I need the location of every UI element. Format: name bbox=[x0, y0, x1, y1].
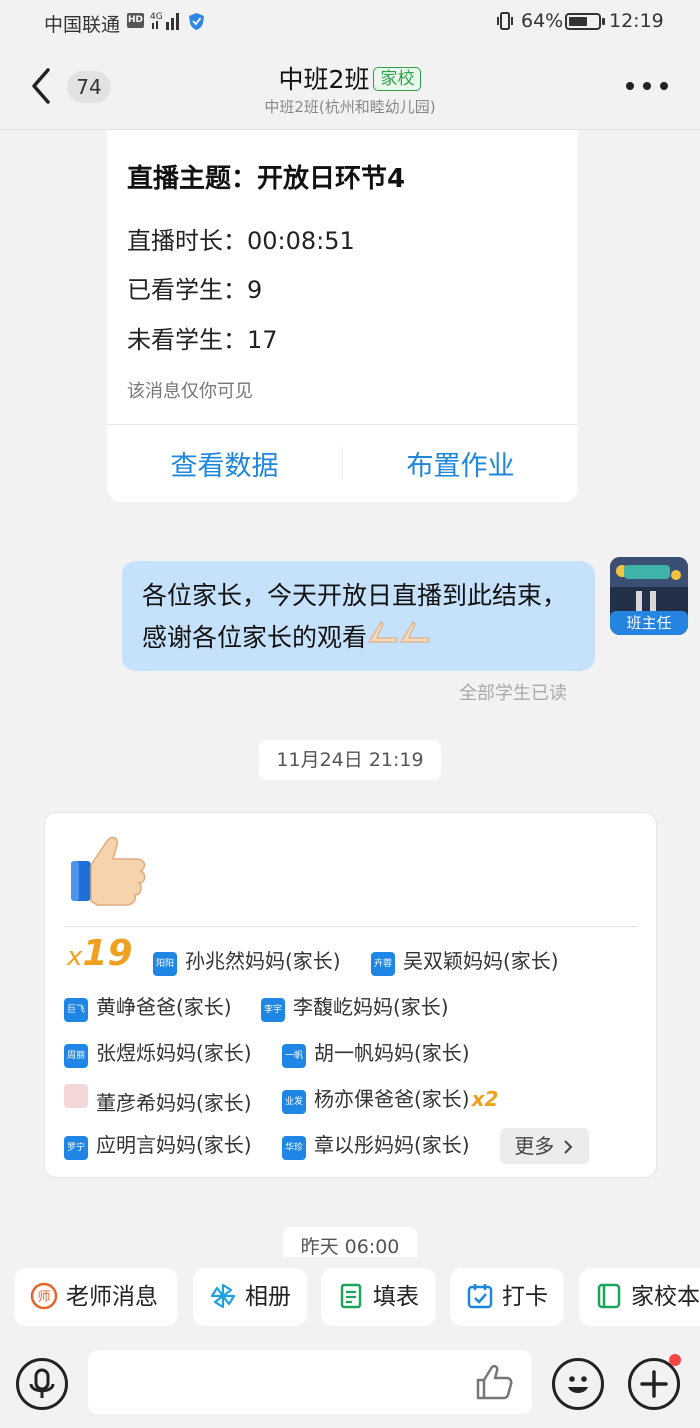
private-note: 该消息仅你可见 bbox=[127, 381, 253, 402]
liker-name: 吴双颖妈妈(家长) bbox=[403, 949, 559, 973]
liker-avatar: 周丽 bbox=[64, 1044, 88, 1068]
liker-name: 章以彤妈妈(家长) bbox=[314, 1133, 470, 1157]
sender-avatar[interactable]: 班主任 bbox=[610, 557, 688, 635]
like-count: x19 bbox=[67, 933, 133, 974]
network-type: 4G bbox=[150, 12, 163, 22]
watched-count: 已看学生：9 bbox=[127, 276, 263, 304]
like-multiplier: x2 bbox=[471, 1087, 499, 1111]
liker-avatar bbox=[64, 1084, 88, 1108]
chat-subtitle: 中班2班(杭州和睦幼儿园) bbox=[264, 98, 436, 116]
liker-name: 董彦希妈妈(家长) bbox=[96, 1091, 252, 1115]
emoji-button[interactable] bbox=[552, 1358, 604, 1410]
quick-action-notebook[interactable]: 家校本 bbox=[579, 1268, 700, 1326]
battery-percent: 64% bbox=[521, 10, 564, 32]
liker-avatar: 罗宁 bbox=[64, 1136, 88, 1160]
liker-name: 杨亦倮爸爸(家长) bbox=[314, 1087, 470, 1111]
timestamp-pill: 昨天 06:00 bbox=[283, 1227, 417, 1257]
card-divider bbox=[107, 424, 578, 425]
pinwheel-icon bbox=[210, 1283, 236, 1309]
quick-action-checkin[interactable]: 打卡 bbox=[450, 1268, 564, 1326]
liker-item[interactable]: 一帆 胡一帆妈妈(家长) bbox=[282, 1038, 470, 1068]
liker-avatar: 巨飞 bbox=[64, 998, 88, 1022]
battery-icon bbox=[565, 13, 605, 30]
quick-action-album[interactable]: 相册 bbox=[193, 1268, 307, 1326]
liker-item[interactable]: 华珍 章以彤妈妈(家长) bbox=[282, 1130, 470, 1160]
praying-hands-emoji bbox=[367, 616, 433, 658]
liker-item[interactable]: 巨飞 黄峥爸爸(家长) bbox=[64, 992, 232, 1022]
quick-action-form[interactable]: 填表 bbox=[321, 1268, 436, 1326]
liker-avatar: 阳阳 bbox=[153, 952, 177, 976]
liker-item[interactable]: 李宇 李馥屹妈妈(家长) bbox=[261, 992, 449, 1022]
liker-avatar: 卉蓉 bbox=[371, 952, 395, 976]
liker-item[interactable]: 周丽 张煜烁妈妈(家长) bbox=[64, 1038, 252, 1068]
shield-icon bbox=[189, 13, 204, 30]
message-input[interactable] bbox=[88, 1350, 532, 1414]
notification-dot bbox=[669, 1354, 681, 1366]
liker-name: 李馥屹妈妈(家长) bbox=[293, 995, 449, 1019]
live-topic: 直播主题：开放日环节4 bbox=[127, 164, 406, 194]
liker-item[interactable]: 董彦希妈妈(家长) bbox=[64, 1084, 252, 1115]
group-tag: 家校 bbox=[373, 67, 422, 91]
liker-avatar: 华珍 bbox=[282, 1136, 306, 1160]
input-bar bbox=[0, 1336, 700, 1428]
liker-item[interactable]: 阳阳 孙兆然妈妈(家长) bbox=[153, 946, 341, 976]
carrier-name: 中国联通 bbox=[44, 14, 121, 36]
hd-badge: HD bbox=[127, 13, 144, 28]
add-button[interactable] bbox=[628, 1358, 680, 1410]
message-text: 各位家长，今天开放日直播到此结束，感谢各位家长的观看 bbox=[142, 581, 568, 652]
chevron-right-icon bbox=[563, 1140, 573, 1154]
microphone-icon bbox=[29, 1368, 55, 1398]
liker-item[interactable]: 罗宁 应明言妈妈(家长) bbox=[64, 1130, 252, 1160]
like-divider bbox=[65, 926, 638, 927]
chat-title: 中班2班 家校 bbox=[0, 60, 700, 96]
plus-icon bbox=[640, 1370, 668, 1398]
notebook-icon bbox=[597, 1283, 621, 1309]
message-bubble[interactable]: 各位家长，今天开放日直播到此结束，感谢各位家长的观看 bbox=[122, 561, 595, 671]
live-duration: 直播时长：00:08:51 bbox=[127, 227, 355, 255]
view-data-button[interactable]: 查看数据 bbox=[107, 444, 342, 483]
liker-item[interactable]: 卉蓉 吴双颖妈妈(家长) bbox=[371, 946, 559, 976]
live-summary-card: 直播 直播主题：开放日环节4 直播时长：00:08:51 已看学生：9 未看学生… bbox=[107, 96, 578, 502]
svg-text:师: 师 bbox=[37, 1290, 50, 1305]
liker-name: 张煜烁妈妈(家长) bbox=[96, 1041, 252, 1065]
teacher-icon: 师 bbox=[30, 1282, 58, 1310]
liker-avatar: 一帆 bbox=[282, 1044, 306, 1068]
read-status: 全部学生已读 bbox=[459, 683, 567, 704]
calendar-check-icon bbox=[467, 1284, 493, 1309]
group-name: 中班2班 bbox=[278, 65, 370, 94]
unwatched-count: 未看学生：17 bbox=[127, 326, 278, 354]
smiley-icon bbox=[568, 1376, 588, 1393]
more-label: 更多 bbox=[514, 1134, 555, 1158]
more-options-icon[interactable] bbox=[626, 80, 668, 92]
liker-name: 胡一帆妈妈(家长) bbox=[314, 1041, 470, 1065]
quick-actions-bar: 师老师消息 相册 填表 打卡 家校本 bbox=[0, 1268, 700, 1328]
quick-action-teacher-message[interactable]: 师老师消息 bbox=[14, 1268, 178, 1326]
liker-avatar: 李宇 bbox=[261, 998, 285, 1022]
thumbs-up-emoji bbox=[71, 836, 146, 906]
liker-name: 应明言妈妈(家长) bbox=[96, 1133, 252, 1157]
vibrate-icon bbox=[497, 12, 513, 30]
clock: 12:19 bbox=[609, 10, 664, 32]
assign-homework-button[interactable]: 布置作业 bbox=[343, 444, 578, 483]
signal-icon: 4G bbox=[150, 12, 179, 30]
liker-item[interactable]: 业发 杨亦倮爸爸(家长) x2 bbox=[282, 1084, 498, 1114]
head-teacher-badge: 班主任 bbox=[610, 611, 688, 635]
more-likers-button[interactable]: 更多 bbox=[500, 1128, 589, 1164]
liker-avatar: 业发 bbox=[282, 1090, 306, 1114]
liker-name: 黄峥爸爸(家长) bbox=[96, 995, 232, 1019]
quick-like-icon[interactable] bbox=[474, 1364, 514, 1402]
chat-header: 74 中班2班 家校 中班2班(杭州和睦幼儿园) bbox=[0, 44, 700, 130]
liker-name: 孙兆然妈妈(家长) bbox=[185, 949, 341, 973]
form-icon bbox=[340, 1283, 362, 1309]
status-bar: 中国联通 HD 4G 64% 12:19 bbox=[0, 0, 700, 44]
timestamp-pill: 11月24日 21:19 bbox=[259, 740, 441, 780]
voice-button[interactable] bbox=[16, 1358, 68, 1410]
